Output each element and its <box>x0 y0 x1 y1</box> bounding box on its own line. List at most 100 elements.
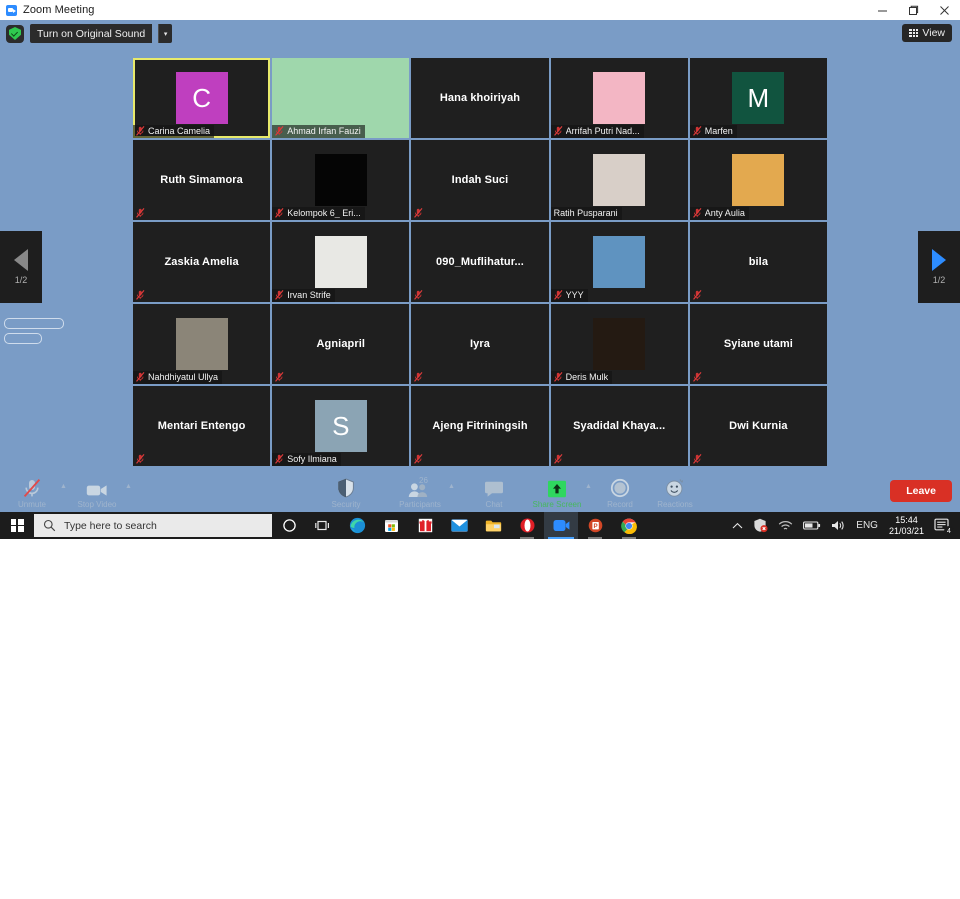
participant-tile[interactable]: Irvan Strife <box>272 222 410 302</box>
participant-name: Ratih Pusparani <box>553 208 618 218</box>
chevron-up-icon[interactable] <box>727 512 748 539</box>
participant-tile[interactable]: Hana khoiriyah <box>411 58 549 138</box>
clock-time: 15:44 <box>895 515 918 526</box>
participant-tile[interactable]: bila <box>689 222 827 302</box>
microsoft-store-icon[interactable] <box>374 512 408 539</box>
view-button[interactable]: View <box>902 24 952 42</box>
participant-name: Ruth Simamora <box>160 174 243 186</box>
file-explorer-icon[interactable] <box>476 512 510 539</box>
next-page-button[interactable]: 1/2 <box>918 231 960 303</box>
windows-start-icon[interactable] <box>0 512 34 539</box>
language-indicator[interactable]: ENG <box>851 512 883 539</box>
google-chrome-icon[interactable] <box>612 512 646 539</box>
participant-tile[interactable]: M Marfen <box>689 58 827 138</box>
close-button[interactable] <box>929 0 960 20</box>
avatar: M <box>732 72 785 124</box>
participant-tile[interactable]: 090_Muflihatur... <box>411 222 549 302</box>
action-center-icon[interactable]: 4 <box>930 512 956 539</box>
toolbar-chevron-up-icon[interactable]: ▲ <box>585 483 592 490</box>
maximize-button[interactable] <box>898 0 929 20</box>
toolbar-button-reactions[interactable]: Reactions <box>648 478 702 509</box>
original-sound-chevron-down-icon[interactable]: ▾ <box>158 24 173 43</box>
participant-tile[interactable]: Ruth Simamora <box>133 140 271 220</box>
participant-tile[interactable]: C Carina Camelia <box>133 58 271 138</box>
previous-page-button[interactable]: 1/2 <box>0 231 42 303</box>
battery-icon[interactable] <box>798 512 826 539</box>
chat-bubble-icon <box>484 478 504 498</box>
mute-indicator <box>690 453 706 466</box>
toolbar-chevron-up-icon[interactable]: ▲ <box>448 483 455 490</box>
participant-photo <box>593 72 646 124</box>
participant-name: Irvan Strife <box>287 290 331 300</box>
minimize-button[interactable] <box>867 0 898 20</box>
task-view-icon[interactable] <box>306 512 340 539</box>
opera-icon[interactable] <box>510 512 544 539</box>
participant-name: Mentari Entengo <box>157 420 246 432</box>
leave-button[interactable]: Leave <box>890 480 952 502</box>
microsoft-edge-icon[interactable] <box>340 512 374 539</box>
participant-tile[interactable]: Agniapril <box>272 304 410 384</box>
security-alert-icon[interactable] <box>748 512 773 539</box>
participant-nameplate: Marfen <box>689 125 737 138</box>
microphone-muted-icon <box>136 290 145 300</box>
view-button-label: View <box>922 27 945 39</box>
participant-tile[interactable]: Syadidal Khaya... <box>550 386 688 466</box>
participant-tile[interactable]: Ratih Pusparani <box>550 140 688 220</box>
participant-nameplate: Deris Mulk <box>550 371 613 384</box>
microphone-muted-icon <box>553 372 563 382</box>
volume-icon[interactable] <box>826 512 851 539</box>
participant-tile[interactable]: Kelompok 6_ Eri... <box>272 140 410 220</box>
participant-tile[interactable]: Ajeng Fitriningsih <box>411 386 549 466</box>
zoom-icon[interactable] <box>544 512 578 539</box>
toolbar-button-unmute[interactable]: Unmute <box>5 478 59 509</box>
participant-tile[interactable]: Ahmad Irfan Fauzi <box>272 58 410 138</box>
participant-name: Syiane utami <box>723 338 793 350</box>
svg-text:P: P <box>593 523 597 530</box>
participant-tile[interactable]: YYY <box>550 222 688 302</box>
participant-tile[interactable]: Anty Aulia <box>689 140 827 220</box>
participant-photo <box>314 236 367 288</box>
participant-tile[interactable]: Zaskia Amelia <box>133 222 271 302</box>
participant-nameplate: Arrifah Putri Nad... <box>550 125 644 138</box>
mute-indicator <box>133 289 149 302</box>
toolbar-button-participants[interactable]: 26 Participants <box>393 476 447 509</box>
participant-tile[interactable]: Nahdhiyatul Ullya <box>133 304 271 384</box>
toolbar-chevron-up-icon[interactable]: ▲ <box>125 483 132 490</box>
participant-tile[interactable]: Mentari Entengo <box>133 386 271 466</box>
system-tray: ENG 15:44 21/03/21 4 <box>727 512 960 539</box>
taskbar-clock[interactable]: 15:44 21/03/21 <box>883 515 930 536</box>
participant-nameplate: Anty Aulia <box>689 207 749 220</box>
cortana-icon[interactable] <box>272 512 306 539</box>
rewards-gift-icon[interactable] <box>408 512 442 539</box>
participant-name: Agniapril <box>316 338 366 350</box>
mute-indicator <box>411 207 427 220</box>
search-input[interactable]: Type here to search <box>34 514 272 537</box>
toolbar-button-chat[interactable]: Chat <box>467 478 521 509</box>
microphone-muted-icon <box>692 126 702 136</box>
participant-tile[interactable]: Indah Suci <box>411 140 549 220</box>
participant-tile[interactable]: Deris Mulk <box>550 304 688 384</box>
mail-icon[interactable] <box>442 512 476 539</box>
participant-tile[interactable]: Syiane utami <box>689 304 827 384</box>
toolbar-chevron-up-icon[interactable]: ▲ <box>60 483 67 490</box>
participant-tile[interactable]: S Sofy Ilmiana <box>272 386 410 466</box>
record-icon <box>610 478 630 498</box>
encryption-shield-icon[interactable] <box>6 24 24 43</box>
share-screen-icon <box>546 478 568 498</box>
wifi-icon[interactable] <box>773 512 798 539</box>
participant-tile[interactable]: Dwi Kurnia <box>689 386 827 466</box>
microphone-muted-icon <box>414 290 423 300</box>
toolbar-button-stop-video[interactable]: Stop Video <box>70 478 124 509</box>
meeting-toolbar: Leave Unmute ▲ Stop Video ▲ Security 26 Partic… <box>0 466 960 512</box>
toolbar-button-share-screen[interactable]: Share Screen <box>530 478 584 509</box>
participant-photo <box>593 154 646 206</box>
toolbar-button-security[interactable]: Security <box>319 478 373 509</box>
mute-indicator <box>690 371 706 384</box>
powerpoint-icon[interactable]: P <box>578 512 612 539</box>
mute-indicator <box>690 289 706 302</box>
turn-on-original-sound-button[interactable]: Turn on Original Sound <box>30 24 153 43</box>
toolbar-button-record[interactable]: Record <box>593 478 647 509</box>
participant-tile[interactable]: Arrifah Putri Nad... <box>550 58 688 138</box>
chevron-right-icon <box>932 249 946 271</box>
participant-tile[interactable]: Iyra <box>411 304 549 384</box>
